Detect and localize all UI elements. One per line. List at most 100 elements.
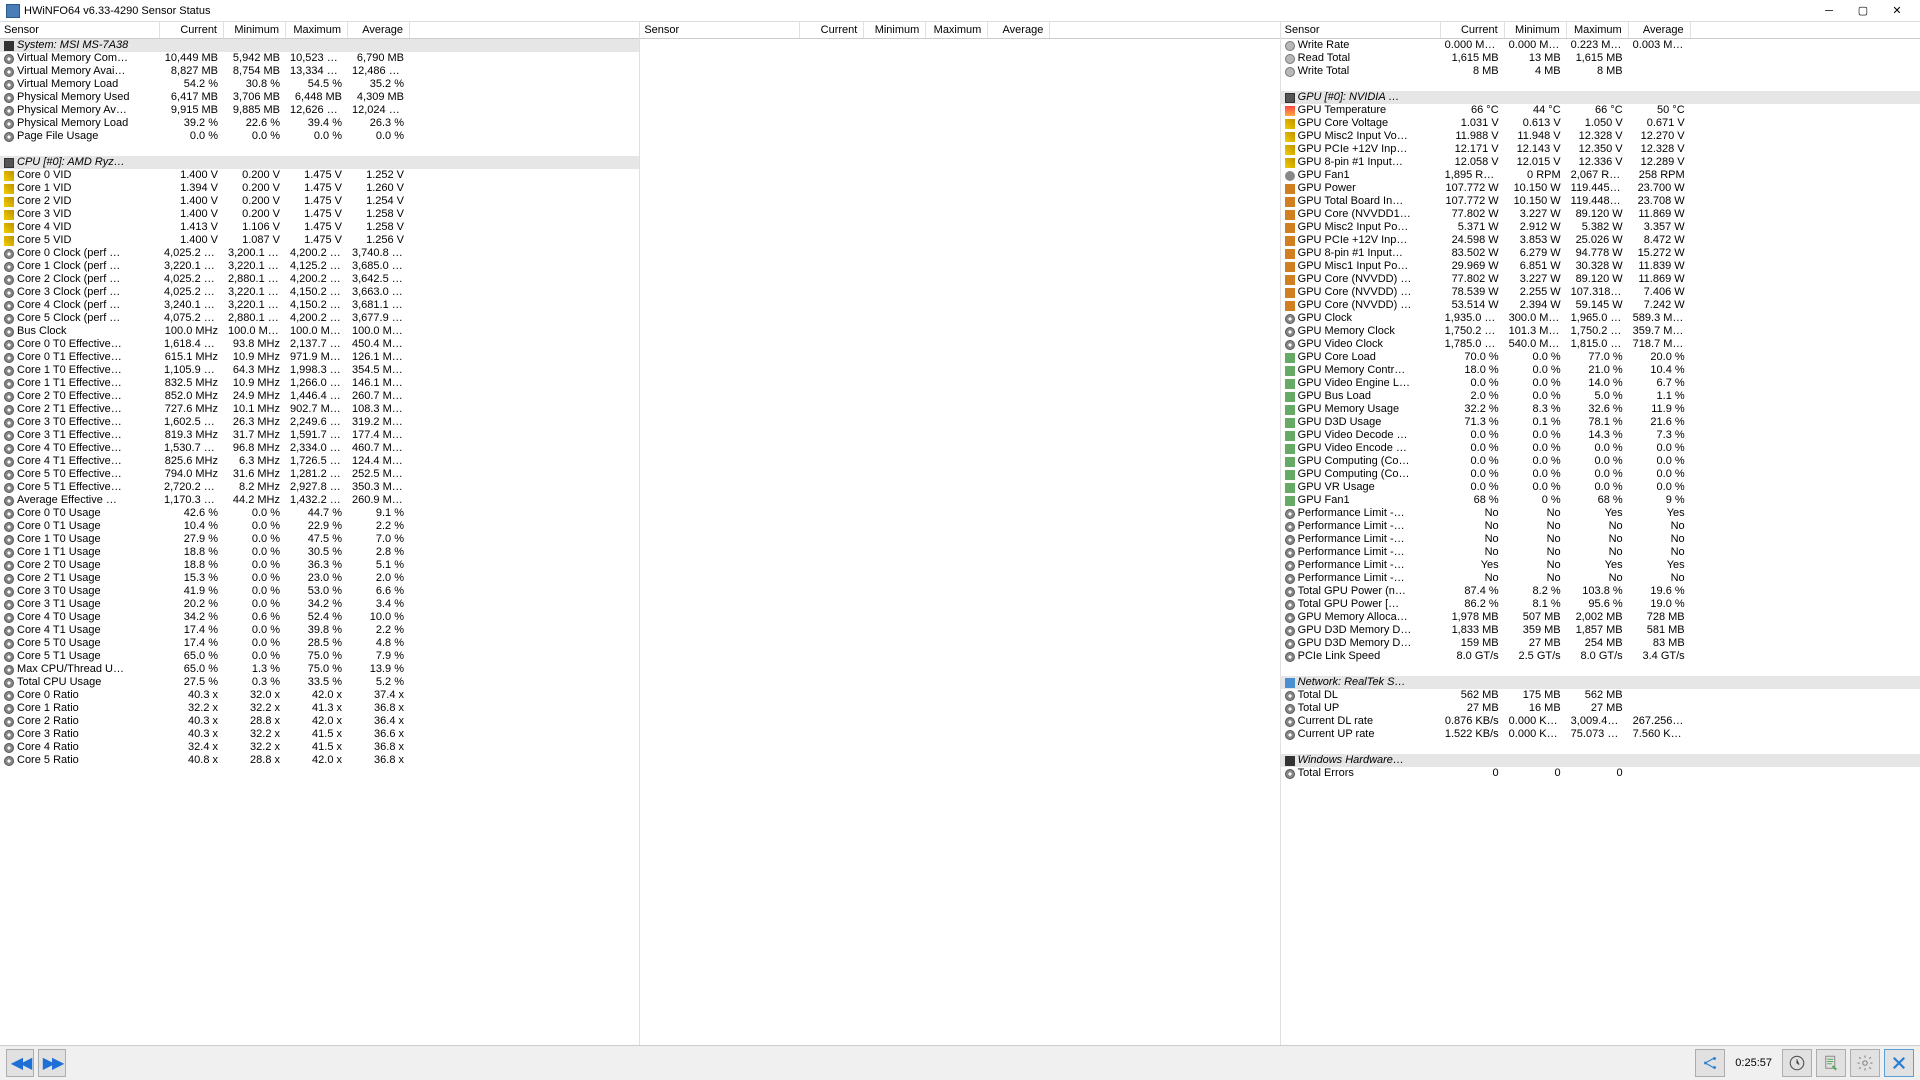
sensor-pane-middle[interactable]: SensorCurrentMinimumMaximumAverage: [640, 22, 1280, 1045]
sensor-row[interactable]: Total DL562 MB175 MB562 MB: [1281, 689, 1920, 702]
sensor-row[interactable]: Core 4 T0 Usage34.2 %0.6 %52.4 %10.0 %: [0, 611, 639, 624]
sensor-row[interactable]: Core 3 T0 Effective…1,602.5 MHz26.3 MHz2…: [0, 416, 639, 429]
sensor-row[interactable]: Total Errors000: [1281, 767, 1920, 780]
sensor-row[interactable]: GPU Core (NVVDD1…77.802 W3.227 W89.120 W…: [1281, 208, 1920, 221]
sensor-row[interactable]: GPU Video Engine L…0.0 %0.0 %14.0 %6.7 %: [1281, 377, 1920, 390]
sensor-row[interactable]: Core 5 T0 Usage17.4 %0.0 %28.5 %4.8 %: [0, 637, 639, 650]
sensor-row[interactable]: Performance Limit -…NoNoNoNo: [1281, 572, 1920, 585]
sensor-row[interactable]: GPU Misc2 Input Vo…11.988 V11.948 V12.32…: [1281, 130, 1920, 143]
sensor-row[interactable]: Bus Clock100.0 MHz100.0 MHz100.0 MHz100.…: [0, 325, 639, 338]
sensor-row[interactable]: GPU Video Decode …0.0 %0.0 %14.3 %7.3 %: [1281, 429, 1920, 442]
share-icon[interactable]: [1695, 1049, 1725, 1077]
sensor-row[interactable]: GPU VR Usage0.0 %0.0 %0.0 %0.0 %: [1281, 481, 1920, 494]
sensor-row[interactable]: Core 1 T0 Effective…1,105.9 MHz64.3 MHz1…: [0, 364, 639, 377]
column-header[interactable]: SensorCurrentMinimumMaximumAverage: [1281, 22, 1920, 39]
sensor-row[interactable]: Core 3 T0 Usage41.9 %0.0 %53.0 %6.6 %: [0, 585, 639, 598]
sensor-row[interactable]: Core 2 Clock (perf …4,025.2 MHz2,880.1 M…: [0, 273, 639, 286]
sensor-row[interactable]: Core 4 VID1.413 V1.106 V1.475 V1.258 V: [0, 221, 639, 234]
sensor-row[interactable]: GPU Temperature66 °C44 °C66 °C50 °C: [1281, 104, 1920, 117]
header-maximum[interactable]: Maximum: [1567, 22, 1629, 38]
sensor-row[interactable]: Virtual Memory Com…10,449 MB5,942 MB10,5…: [0, 52, 639, 65]
sensor-row[interactable]: Core 5 T0 Effective…794.0 MHz31.6 MHz1,2…: [0, 468, 639, 481]
group-row[interactable]: Network: RealTek S…: [1281, 676, 1920, 689]
sensor-row[interactable]: GPU PCIe +12V Inp…24.598 W3.853 W25.026 …: [1281, 234, 1920, 247]
sensor-row[interactable]: Core 3 T1 Usage20.2 %0.0 %34.2 %3.4 %: [0, 598, 639, 611]
group-row[interactable]: System: MSI MS-7A38: [0, 39, 639, 52]
sensor-row[interactable]: Core 4 T1 Effective…825.6 MHz6.3 MHz1,72…: [0, 455, 639, 468]
sensor-row[interactable]: Core 2 Ratio40.3 x28.8 x42.0 x36.4 x: [0, 715, 639, 728]
sensor-row[interactable]: Physical Memory Used6,417 MB3,706 MB6,44…: [0, 91, 639, 104]
minimize-button[interactable]: ─: [1812, 1, 1846, 21]
sensor-row[interactable]: Total GPU Power […86.2 %8.1 %95.6 %19.0 …: [1281, 598, 1920, 611]
settings-icon[interactable]: [1850, 1049, 1880, 1077]
sensor-row[interactable]: GPU Memory Alloca…1,978 MB507 MB2,002 MB…: [1281, 611, 1920, 624]
sensor-row[interactable]: Core 3 VID1.400 V0.200 V1.475 V1.258 V: [0, 208, 639, 221]
sensor-row[interactable]: Virtual Memory Avai…8,827 MB8,754 MB13,3…: [0, 65, 639, 78]
sensor-row[interactable]: Write Total8 MB4 MB8 MB: [1281, 65, 1920, 78]
sensor-row[interactable]: Performance Limit -…YesNoYesYes: [1281, 559, 1920, 572]
sensor-row[interactable]: Core 0 T1 Usage10.4 %0.0 %22.9 %2.2 %: [0, 520, 639, 533]
sensor-row[interactable]: Core 2 T1 Effective…727.6 MHz10.1 MHz902…: [0, 403, 639, 416]
sensor-row[interactable]: GPU Misc2 Input Po…5.371 W2.912 W5.382 W…: [1281, 221, 1920, 234]
sensor-pane-right[interactable]: SensorCurrentMinimumMaximumAverage Write …: [1281, 22, 1920, 1045]
log-icon[interactable]: [1816, 1049, 1846, 1077]
sensor-row[interactable]: Performance Limit -…NoNoYesYes: [1281, 507, 1920, 520]
sensor-row[interactable]: Max CPU/Thread U…65.0 %1.3 %75.0 %13.9 %: [0, 663, 639, 676]
close-panel-icon[interactable]: [1884, 1049, 1914, 1077]
sensor-row[interactable]: GPU Misc1 Input Po…29.969 W6.851 W30.328…: [1281, 260, 1920, 273]
sensor-row[interactable]: Core 0 T0 Usage42.6 %0.0 %44.7 %9.1 %: [0, 507, 639, 520]
sensor-row[interactable]: Core 4 T0 Effective…1,530.7 MHz96.8 MHz2…: [0, 442, 639, 455]
sensor-row[interactable]: Core 1 Ratio32.2 x32.2 x41.3 x36.8 x: [0, 702, 639, 715]
sensor-row[interactable]: GPU 8-pin #1 Input…83.502 W6.279 W94.778…: [1281, 247, 1920, 260]
sensor-row[interactable]: GPU Core (NVVDD) …78.539 W2.255 W107.318…: [1281, 286, 1920, 299]
sensor-row[interactable]: Core 2 T0 Usage18.8 %0.0 %36.3 %5.1 %: [0, 559, 639, 572]
header-minimum[interactable]: Minimum: [1505, 22, 1567, 38]
sensor-row[interactable]: Core 5 Ratio40.8 x28.8 x42.0 x36.8 x: [0, 754, 639, 767]
sensor-row[interactable]: Virtual Memory Load54.2 %30.8 %54.5 %35.…: [0, 78, 639, 91]
sensor-row[interactable]: GPU PCIe +12V Inp…12.171 V12.143 V12.350…: [1281, 143, 1920, 156]
expand-button[interactable]: ▶▶: [38, 1049, 66, 1077]
sensor-row[interactable]: Core 3 Clock (perf …4,025.2 MHz3,220.1 M…: [0, 286, 639, 299]
header-average[interactable]: Average: [348, 22, 410, 38]
group-row[interactable]: GPU [#0]: NVIDIA …: [1281, 91, 1920, 104]
sensor-row[interactable]: GPU Memory Contr…18.0 %0.0 %21.0 %10.4 %: [1281, 364, 1920, 377]
sensor-row[interactable]: Core 5 T1 Effective…2,720.2 MHz8.2 MHz2,…: [0, 481, 639, 494]
sensor-row[interactable]: Core 2 T0 Effective…852.0 MHz24.9 MHz1,4…: [0, 390, 639, 403]
sensor-row[interactable]: GPU Clock1,935.0 MHz300.0 MHz1,965.0 MHz…: [1281, 312, 1920, 325]
group-row[interactable]: Windows Hardware…: [1281, 754, 1920, 767]
group-row[interactable]: CPU [#0]: AMD Ryz…: [0, 156, 639, 169]
sensor-row[interactable]: Core 3 Ratio40.3 x32.2 x41.5 x36.6 x: [0, 728, 639, 741]
sensor-row[interactable]: GPU Fan11,895 RPM0 RPM2,067 RPM258 RPM: [1281, 169, 1920, 182]
sensor-row[interactable]: GPU Video Encode …0.0 %0.0 %0.0 %0.0 %: [1281, 442, 1920, 455]
sensor-row[interactable]: GPU Power107.772 W10.150 W119.445 W23.70…: [1281, 182, 1920, 195]
sensor-row[interactable]: Core 1 Clock (perf …3,220.1 MHz3,220.1 M…: [0, 260, 639, 273]
sensor-row[interactable]: Average Effective …1,170.3 MHz44.2 MHz1,…: [0, 494, 639, 507]
header-maximum[interactable]: Maximum: [286, 22, 348, 38]
sensor-row[interactable]: Core 3 T1 Effective…819.3 MHz31.7 MHz1,5…: [0, 429, 639, 442]
sensor-row[interactable]: Core 2 VID1.400 V0.200 V1.475 V1.254 V: [0, 195, 639, 208]
close-button[interactable]: ✕: [1880, 1, 1914, 21]
sensor-row[interactable]: GPU Computing (Co…0.0 %0.0 %0.0 %0.0 %: [1281, 468, 1920, 481]
sensor-row[interactable]: Total CPU Usage27.5 %0.3 %33.5 %5.2 %: [0, 676, 639, 689]
sensor-row[interactable]: GPU Computing (Co…0.0 %0.0 %0.0 %0.0 %: [1281, 455, 1920, 468]
sensor-row[interactable]: GPU Core Voltage1.031 V0.613 V1.050 V0.6…: [1281, 117, 1920, 130]
sensor-row[interactable]: Core 0 T0 Effective…1,618.4 MHz93.8 MHz2…: [0, 338, 639, 351]
header-current[interactable]: Current: [800, 22, 864, 38]
sensor-row[interactable]: GPU Memory Clock1,750.2 MHz101.3 MHz1,75…: [1281, 325, 1920, 338]
sensor-row[interactable]: GPU Core Load70.0 %0.0 %77.0 %20.0 %: [1281, 351, 1920, 364]
header-current[interactable]: Current: [1441, 22, 1505, 38]
maximize-button[interactable]: ▢: [1846, 1, 1880, 21]
sensor-pane-left[interactable]: SensorCurrentMinimumMaximumAverageSystem…: [0, 22, 640, 1045]
sensor-row[interactable]: Performance Limit -…NoNoNoNo: [1281, 520, 1920, 533]
sensor-row[interactable]: GPU Memory Usage32.2 %8.3 %32.6 %11.9 %: [1281, 403, 1920, 416]
sensor-row[interactable]: Core 1 T1 Effective…832.5 MHz10.9 MHz1,2…: [0, 377, 639, 390]
sensor-row[interactable]: GPU Bus Load2.0 %0.0 %5.0 %1.1 %: [1281, 390, 1920, 403]
header-minimum[interactable]: Minimum: [864, 22, 926, 38]
sensor-row[interactable]: GPU D3D Memory D…1,833 MB359 MB1,857 MB5…: [1281, 624, 1920, 637]
sensor-row[interactable]: GPU 8-pin #1 Input…12.058 V12.015 V12.33…: [1281, 156, 1920, 169]
header-current[interactable]: Current: [160, 22, 224, 38]
header-sensor[interactable]: Sensor: [0, 22, 160, 38]
sensor-row[interactable]: Core 1 T0 Usage27.9 %0.0 %47.5 %7.0 %: [0, 533, 639, 546]
sensor-row[interactable]: Core 2 T1 Usage15.3 %0.0 %23.0 %2.0 %: [0, 572, 639, 585]
sensor-row[interactable]: Performance Limit -…NoNoNoNo: [1281, 533, 1920, 546]
